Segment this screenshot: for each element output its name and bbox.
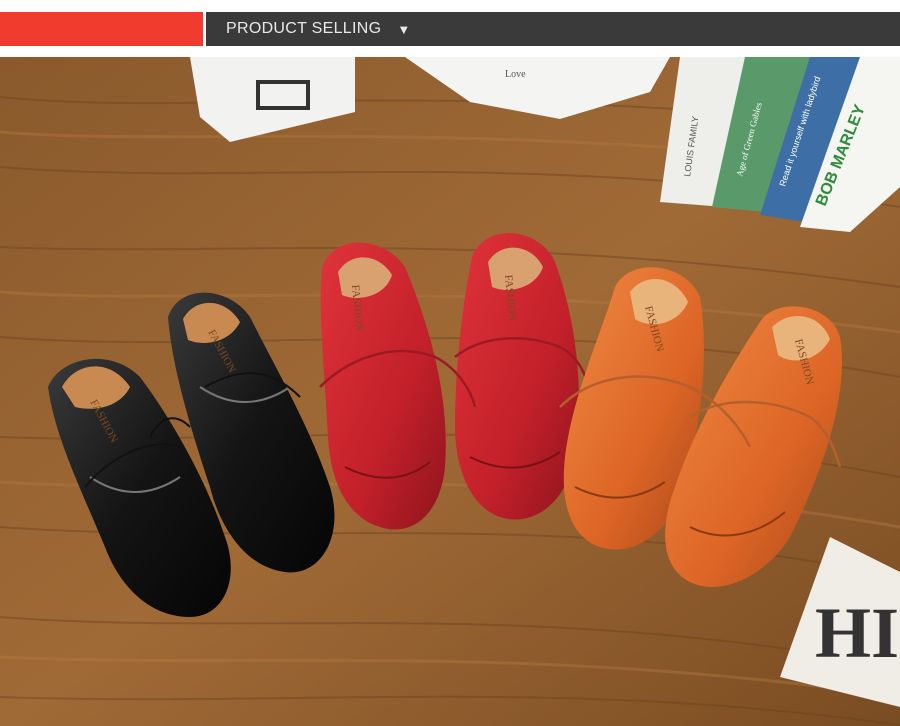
- section-header: PRODUCT SELLING ▼: [0, 12, 900, 46]
- header-accent-bar: [0, 12, 203, 46]
- box-text: Love: [505, 69, 526, 80]
- header-title-bar: PRODUCT SELLING ▼: [206, 12, 900, 46]
- triangle-down-icon: ▼: [397, 21, 411, 37]
- product-photo: Love BOB MARLEY Read it yourself with la…: [0, 57, 900, 726]
- sign-letters: HI: [815, 593, 899, 673]
- section-title: PRODUCT SELLING: [226, 20, 382, 37]
